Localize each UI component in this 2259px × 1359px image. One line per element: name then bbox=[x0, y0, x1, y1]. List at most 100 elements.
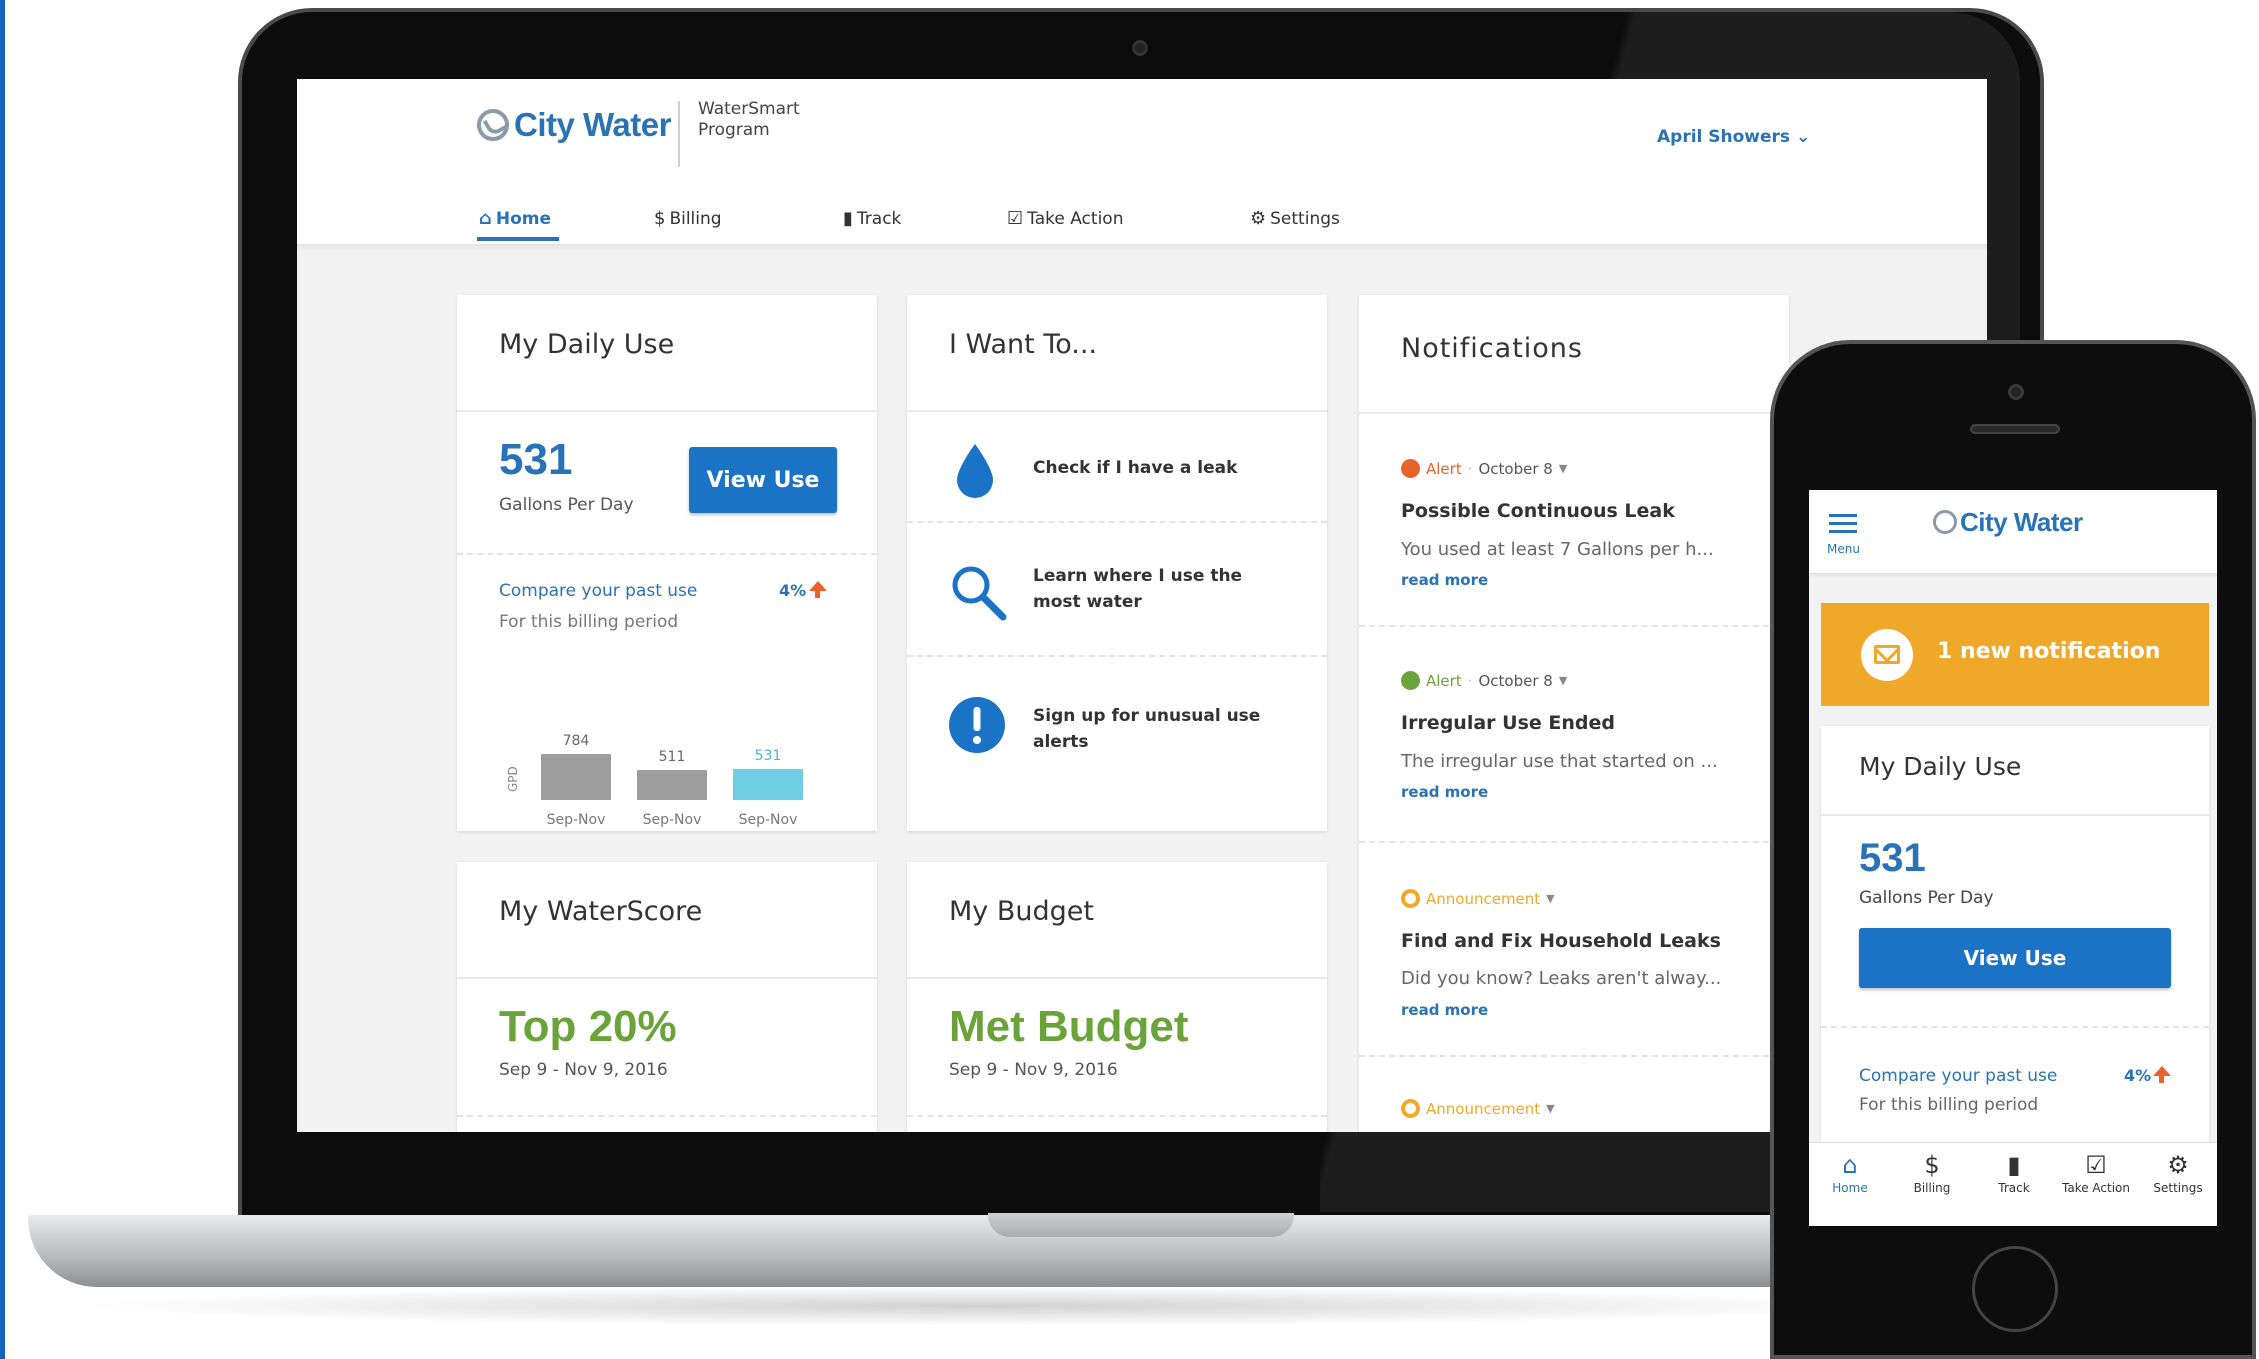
checkbox-icon: ☑ bbox=[1007, 208, 1024, 229]
waterscore-date: Sep 9 - Nov 9, 2016 bbox=[499, 1060, 668, 1080]
separator-dot: · bbox=[1467, 459, 1473, 478]
home-icon: ⌂ bbox=[1842, 1151, 1858, 1179]
tab-home-label: Home bbox=[1832, 1181, 1868, 1195]
past-use-chart: GPD 784 Sep-Nov 2014 511 Sep-Nov 2015 531 Sep-No… bbox=[506, 733, 803, 831]
phone-header: Menu City Water bbox=[1809, 490, 2217, 573]
program-name-line1: WaterSmart bbox=[698, 99, 800, 119]
budget-title: My Budget bbox=[949, 896, 1094, 927]
phone-daily-use-value: 531 bbox=[1859, 836, 1926, 880]
card-dashed-divider bbox=[1359, 625, 1789, 627]
caret-down-icon: ▼ bbox=[1546, 1102, 1555, 1115]
card-divider bbox=[1359, 412, 1789, 414]
user-menu[interactable]: April Showers ⌄ bbox=[1657, 127, 1810, 147]
phone-brand-name[interactable]: City Water bbox=[1960, 507, 2083, 538]
phone-daily-use-card: My Daily Use 531 Gallons Per Day View Us… bbox=[1821, 726, 2209, 1146]
phone-view-use-button[interactable]: View Use bbox=[1859, 928, 2171, 988]
caret-down-icon: ▼ bbox=[1558, 674, 1568, 687]
laptop-shadow bbox=[60, 1286, 1900, 1326]
bar-chart-icon: ▮ bbox=[2007, 1151, 2021, 1179]
notification-text: You used at least 7 Gallons per h... bbox=[1401, 539, 1714, 560]
hamburger-icon bbox=[1829, 514, 1857, 517]
phone-speaker bbox=[1970, 424, 2060, 434]
nav-take-action-label: Take Action bbox=[1027, 208, 1124, 229]
site-header: City Water WaterSmart Program April Show… bbox=[297, 79, 1987, 244]
notification-type: Announcement bbox=[1426, 889, 1541, 908]
tab-billing[interactable]: $ Billing bbox=[1891, 1149, 1973, 1195]
nav-track-label: Track bbox=[856, 208, 902, 229]
notification-type: Announcement bbox=[1426, 1099, 1541, 1118]
chart-bar bbox=[733, 769, 803, 800]
nav-home-label: Home bbox=[495, 208, 552, 229]
caret-down-icon: ▼ bbox=[1546, 892, 1555, 905]
city-water-logo-icon bbox=[1933, 510, 1957, 534]
chart-data-label: 511 bbox=[659, 749, 686, 765]
chart-category-label: 2014 bbox=[558, 830, 594, 831]
notification-title: Possible Continuous Leak bbox=[1401, 500, 1675, 522]
notification-title: Irregular Use Ended bbox=[1401, 712, 1615, 734]
nav-track[interactable]: ▮ Track bbox=[843, 208, 901, 229]
tab-take-action-label: Take Action bbox=[2062, 1181, 2130, 1195]
chart-category-label: 2016 bbox=[750, 830, 786, 831]
read-more-link[interactable]: read more bbox=[1401, 571, 1488, 589]
new-notification-label: 1 new notification bbox=[1937, 639, 2161, 664]
learn-usage-label-line2: most water bbox=[1033, 592, 1142, 612]
card-dashed-divider bbox=[907, 521, 1327, 523]
learn-usage-label-line1: Learn where I use the bbox=[1033, 566, 1243, 586]
envelope-icon bbox=[1861, 629, 1913, 681]
program-name-line2: Program bbox=[698, 120, 770, 140]
tab-take-action[interactable]: ☑ Take Action bbox=[2055, 1149, 2137, 1195]
phone-daily-use-unit: Gallons Per Day bbox=[1859, 888, 1994, 908]
unusual-use-label-line2: alerts bbox=[1033, 732, 1089, 752]
new-notification-banner[interactable]: 1 new notification bbox=[1821, 603, 2209, 706]
phone-screen: Menu City Water 1 new notification My Da… bbox=[1809, 490, 2217, 1226]
dollar-icon: $ bbox=[1924, 1151, 1940, 1179]
nav-settings[interactable]: ⚙ Settings bbox=[1250, 208, 1340, 229]
check-leak-label: Check if I have a leak bbox=[1033, 458, 1238, 478]
notification-title: Find and Fix Household Leaks bbox=[1401, 930, 1721, 952]
laptop-camera bbox=[1132, 40, 1148, 56]
phone-compare-past-use-link[interactable]: Compare your past use bbox=[1859, 1066, 2057, 1086]
notification-tag[interactable]: Announcement ▼ bbox=[1401, 1099, 1555, 1118]
chart-data-label: 784 bbox=[563, 733, 590, 749]
budget-card: My Budget Met Budget Sep 9 - Nov 9, 2016 bbox=[907, 862, 1327, 1132]
phone-home-button[interactable] bbox=[1972, 1246, 2058, 1332]
waterscore-value: Top 20% bbox=[499, 1002, 677, 1051]
read-more-link[interactable]: read more bbox=[1401, 783, 1488, 801]
notification-tag[interactable]: Announcement ▼ bbox=[1401, 889, 1555, 908]
notifications-title: Notifications bbox=[1401, 333, 1583, 364]
read-more-link[interactable]: read more bbox=[1401, 1001, 1488, 1019]
city-water-logo-icon bbox=[477, 109, 509, 141]
notification-text: Did you know? Leaks aren't alway... bbox=[1401, 968, 1722, 989]
phone-compare-sub: For this billing period bbox=[1859, 1095, 2039, 1115]
nav-settings-label: Settings bbox=[1270, 208, 1340, 229]
chart-y-axis-label: GPD bbox=[506, 766, 520, 792]
card-divider bbox=[907, 977, 1327, 979]
product-mockup: City Water WaterSmart Program April Show… bbox=[0, 0, 2259, 1359]
tab-settings[interactable]: ⚙ Settings bbox=[2137, 1149, 2217, 1195]
notification-tag[interactable]: Alert · October 8 ▼ bbox=[1401, 459, 1567, 478]
tab-home[interactable]: ⌂ Home bbox=[1809, 1149, 1891, 1195]
left-edge-bar bbox=[0, 0, 5, 1359]
user-name: April Showers bbox=[1657, 127, 1791, 147]
home-icon: ⌂ bbox=[479, 208, 492, 229]
checkbox-icon: ☑ bbox=[2085, 1151, 2107, 1179]
chart-category-label: Sep-Nov bbox=[643, 812, 702, 828]
notification-date: October 8 bbox=[1478, 671, 1553, 690]
tab-track[interactable]: ▮ Track bbox=[1973, 1149, 2055, 1195]
brand-name[interactable]: City Water bbox=[514, 106, 671, 144]
notification-tag[interactable]: Alert · October 8 ▼ bbox=[1401, 671, 1567, 690]
nav-take-action[interactable]: ☑ Take Action bbox=[1007, 208, 1123, 229]
bar-chart-icon: ▮ bbox=[843, 208, 853, 229]
water-drop-icon bbox=[957, 444, 993, 498]
chevron-down-icon: ⌄ bbox=[1795, 127, 1811, 147]
nav-billing[interactable]: $ Billing bbox=[654, 208, 722, 229]
chart-bar bbox=[637, 770, 707, 800]
nav-home[interactable]: ⌂ Home bbox=[479, 208, 551, 229]
notification-type: Alert bbox=[1426, 671, 1462, 690]
separator-dot: · bbox=[1467, 671, 1473, 690]
chart-bar bbox=[541, 754, 611, 800]
card-dashed-divider bbox=[1359, 1055, 1789, 1057]
phone-device: Menu City Water 1 new notification My Da… bbox=[1770, 340, 2256, 1359]
notification-date: October 8 bbox=[1478, 459, 1553, 478]
notifications-card: Notifications Alert · October 8 ▼ Possib… bbox=[1359, 295, 1789, 1132]
